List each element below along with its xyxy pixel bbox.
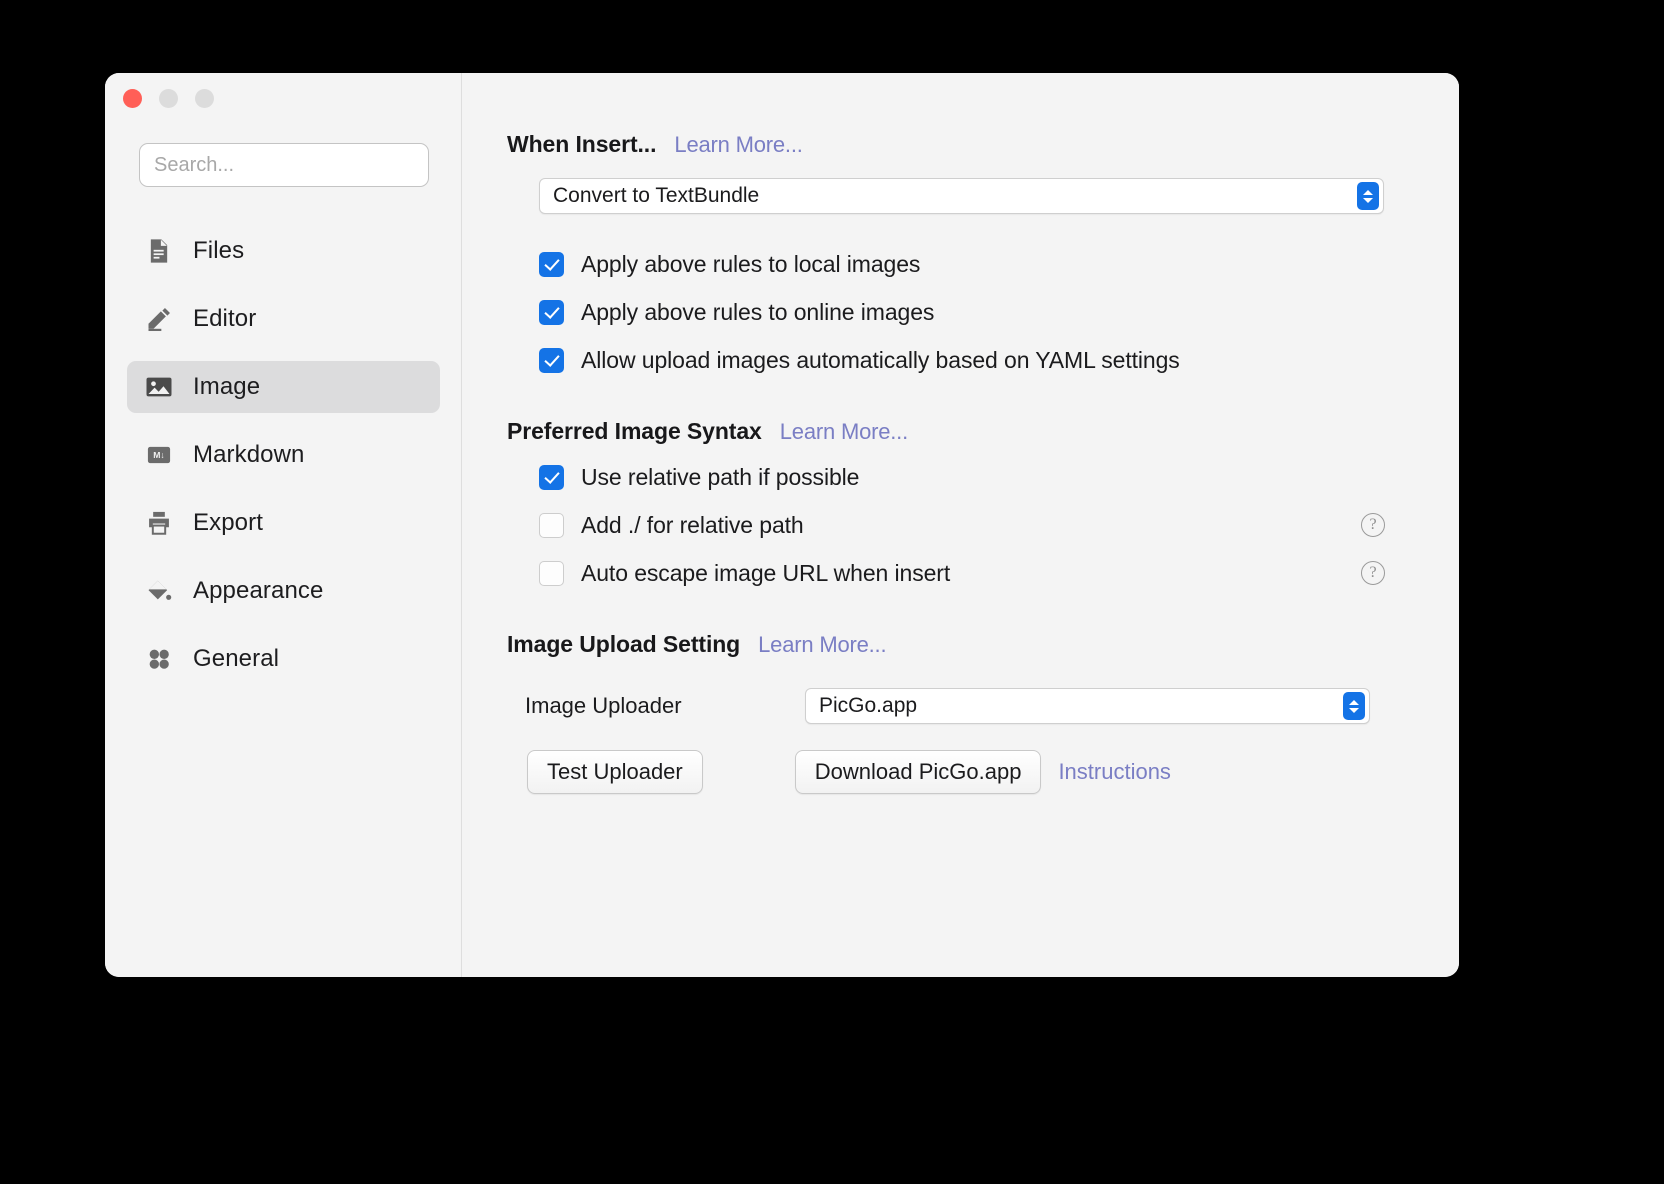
image-uploader-select-value: PicGo.app [819,694,918,717]
document-icon [144,236,174,266]
sidebar-item-image[interactable]: Image [127,361,440,413]
checkbox-label: Allow upload images automatically based … [581,346,1180,373]
download-picgo-button[interactable]: Download PicGo.app [794,750,1042,794]
checkbox-row-add-dot-slash[interactable]: Add ./ for relative path ? [539,501,1459,549]
checkbox-label: Apply above rules to local images [581,250,921,277]
settings-content: When Insert... Learn More... Convert to … [462,73,1459,977]
checkbox-row-relative-path[interactable]: Use relative path if possible [539,453,1459,501]
checkbox-apply-local[interactable] [539,251,564,277]
sidebar-item-general[interactable]: General [127,633,440,685]
test-uploader-button[interactable]: Test Uploader [527,750,703,794]
close-window-button[interactable] [123,89,142,108]
checkbox-label: Apply above rules to online images [581,298,935,325]
image-uploader-select[interactable]: PicGo.app [805,688,1370,724]
sidebar-item-markdown[interactable]: M↓ Markdown [127,429,440,481]
sidebar-item-editor[interactable]: Editor [127,293,440,345]
checkbox-label: Add ./ for relative path [581,511,804,538]
sidebar-item-label: General [193,645,280,672]
sidebar-item-label: Appearance [193,577,324,604]
when-insert-select-value: Convert to TextBundle [553,184,760,207]
grid-dots-icon [144,644,174,674]
section-title: When Insert... [507,131,657,157]
learn-more-link-when-insert[interactable]: Learn More... [674,132,802,158]
learn-more-link-image-upload[interactable]: Learn More... [758,632,886,658]
image-upload-header: Image Upload Setting Learn More... [507,631,1459,658]
chevron-updown-icon[interactable] [1343,692,1365,720]
search-container [139,143,429,187]
checkbox-row-auto-escape-url[interactable]: Auto escape image URL when insert ? [539,549,1459,597]
section-title: Image Upload Setting [507,631,741,657]
sidebar: Files Editor [105,73,462,977]
image-icon [144,372,174,402]
when-insert-select-row: Convert to TextBundle [507,178,1459,214]
search-input[interactable] [139,143,429,187]
checkbox-label: Auto escape image URL when insert [581,559,951,586]
window-controls [123,89,214,108]
checkbox-auto-escape-url[interactable] [539,560,564,586]
uploader-buttons-row: Test Uploader Download PicGo.app Instruc… [507,750,1459,794]
preferences-window: Files Editor [105,73,1459,977]
checkbox-row-apply-local[interactable]: Apply above rules to local images [539,240,1459,288]
section-title: Preferred Image Syntax [507,418,762,444]
markdown-icon: M↓ [144,440,174,470]
preferred-syntax-header: Preferred Image Syntax Learn More... [507,418,1459,445]
checkbox-apply-online[interactable] [539,299,564,325]
preferred-syntax-checkboxes: Use relative path if possible Add ./ for… [507,453,1459,597]
chevron-updown-icon[interactable] [1357,182,1379,210]
printer-icon [144,508,174,538]
when-insert-checkboxes: Apply above rules to local images Apply … [507,240,1459,384]
pencil-icon [144,304,174,334]
checkbox-relative-path[interactable] [539,464,564,490]
sidebar-item-label: Files [193,237,245,264]
desktop-background: Files Editor [0,0,1664,1184]
image-uploader-row: Image Uploader PicGo.app [507,688,1459,724]
svg-text:M↓: M↓ [153,450,165,460]
learn-more-link-preferred-syntax[interactable]: Learn More... [780,419,908,445]
sidebar-item-label: Export [193,509,263,536]
when-insert-select[interactable]: Convert to TextBundle [539,178,1384,214]
sidebar-item-label: Markdown [193,441,305,468]
checkbox-auto-upload-yaml[interactable] [539,347,564,373]
image-uploader-label: Image Uploader [525,693,682,718]
paint-bucket-icon [144,576,174,606]
checkbox-add-dot-slash[interactable] [539,512,564,538]
checkbox-row-auto-upload-yaml[interactable]: Allow upload images automatically based … [539,336,1459,384]
sidebar-item-export[interactable]: Export [127,497,440,549]
when-insert-header: When Insert... Learn More... [507,131,1459,158]
help-icon[interactable]: ? [1361,513,1385,537]
checkbox-row-apply-online[interactable]: Apply above rules to online images [539,288,1459,336]
minimize-window-button[interactable] [159,89,178,108]
sidebar-item-label: Image [193,373,261,400]
sidebar-item-files[interactable]: Files [127,225,440,277]
sidebar-nav: Files Editor Image M↓ Markdown Export Ap… [127,225,440,701]
checkbox-label: Use relative path if possible [581,463,860,490]
help-icon[interactable]: ? [1361,561,1385,585]
sidebar-item-appearance[interactable]: Appearance [127,565,440,617]
sidebar-item-label: Editor [193,305,257,332]
maximize-window-button[interactable] [195,89,214,108]
instructions-link[interactable]: Instructions [1058,759,1171,785]
